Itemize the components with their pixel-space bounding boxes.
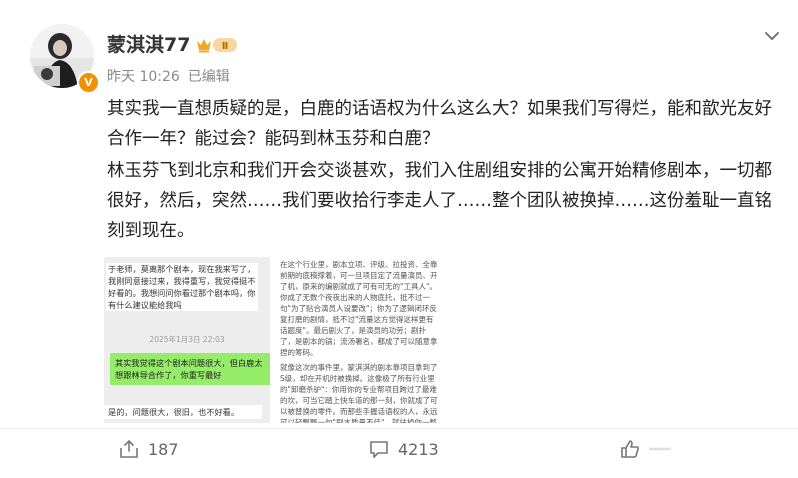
level-badge-text: Ⅱ (222, 41, 229, 52)
more-icon[interactable] (762, 26, 782, 46)
image-text-paragraph: 就像这次的事件里，蒙淇淇的剧本靠项目拿到了S级，却在开机时被换掉。这像极了所有行… (280, 363, 438, 423)
action-bar: 187 4213 (0, 430, 798, 470)
post-images: 于老师，莫离那个剧本，现在我来写了，我刚同意接过来，我得重写，我觉得挺不好看的。… (104, 257, 442, 423)
author-name[interactable]: 蒙淇淇77 (107, 30, 190, 57)
comment-button[interactable]: 4213 (368, 438, 439, 460)
divider (0, 428, 798, 429)
post-paragraph: 林玉芬飞到北京和我们开会交谈甚欢，我们入住剧组安排的公寓开始精修剧本，一切都很好… (107, 161, 772, 241)
text-screenshot-image[interactable]: 在这个行业里，剧本立项、评级、拉投资、全靠前期的底稿撑着，可一旦项目定了流量演员… (276, 257, 442, 423)
share-count: 187 (148, 439, 179, 459)
chat-timestamp: 2025年1月3日 22:03 (149, 335, 225, 344)
edited-label[interactable]: 已编辑 (188, 69, 230, 85)
comment-icon (370, 441, 388, 458)
post-time[interactable]: 昨天 10:26 (107, 69, 180, 85)
like-button[interactable] (619, 438, 671, 460)
share-icon (120, 440, 138, 458)
chat-message-reply: 其实我觉得这个剧本问题很大，但白鹿太想跟林导合作了，你重写最好 (110, 353, 270, 385)
verified-icon: V (77, 71, 100, 94)
post-paragraph: 其实我一直想质疑的是，白鹿的话语权为什么这么大？如果我们写得烂，能和歆光友好合作… (107, 99, 772, 149)
share-button[interactable]: 187 (118, 438, 179, 460)
chat-message: 于老师，莫离那个剧本，现在我来写了，我刚同意接过来，我得重写，我觉得挺不好看的。… (106, 263, 258, 311)
level-badge-icon[interactable]: Ⅱ (194, 35, 240, 55)
image-text-paragraph: 在这个行业里，剧本立项、评级、拉投资、全靠前期的底稿撑着，可一旦项目定了流量演员… (280, 260, 438, 357)
like-count-blur (649, 447, 671, 451)
chat-message: 是的，问题很大，很旧，也不好看。 (104, 405, 262, 419)
like-icon (621, 440, 639, 458)
chat-screenshot-image[interactable]: 于老师，莫离那个剧本，现在我来写了，我刚同意接过来，我得重写，我觉得挺不好看的。… (104, 257, 270, 423)
comment-count: 4213 (398, 439, 439, 459)
post-meta: 昨天 10:26 已编辑 (107, 66, 230, 86)
post-content: 其实我一直想质疑的是，白鹿的话语权为什么这么大？如果我们写得烂，能和歆光友好合作… (107, 94, 777, 246)
